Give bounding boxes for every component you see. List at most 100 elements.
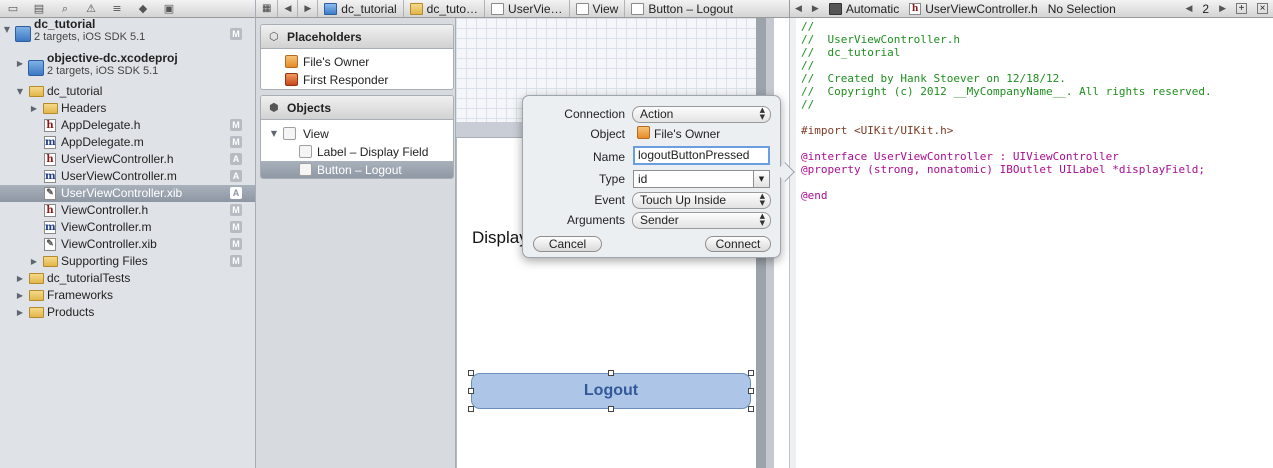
disclosure-open-icon[interactable]: ▼ [269, 125, 279, 143]
close-editor-button[interactable]: × [1252, 0, 1273, 18]
breadcrumb-project[interactable]: dc_tutorial [318, 0, 404, 17]
breadcrumb-selection[interactable]: No Selection [1043, 0, 1121, 18]
code-line: // [801, 98, 815, 111]
project-root-row[interactable]: ▼ dc_tutorial 2 targets, iOS SDK 5.1 M [0, 17, 255, 49]
connect-button[interactable]: Connect [705, 236, 771, 252]
log-icon[interactable]: ▣ [162, 2, 176, 15]
resize-handle[interactable] [468, 406, 474, 412]
disclosure-closed-icon[interactable]: ▶ [15, 304, 25, 321]
debug-icon[interactable]: ≡ [110, 2, 124, 15]
project-icon [324, 2, 338, 15]
file-row-selected[interactable]: ✎ UserViewController.xib A [0, 185, 255, 202]
folder-icon [29, 273, 44, 284]
file-row[interactable]: m AppDelegate.m M [0, 134, 255, 151]
counter-value: 2 [1202, 1, 1210, 16]
disclosure-closed-icon[interactable]: ▶ [15, 287, 25, 304]
view-icon [575, 2, 589, 15]
outline-item-label[interactable]: Label – Display Field [261, 143, 453, 161]
search-icon[interactable]: ⌕ [58, 2, 72, 15]
button-icon [631, 2, 645, 15]
objects-section: ⬢ Objects ▼ View Label – Display Field Bu… [260, 95, 454, 179]
display-field-label[interactable]: Display [472, 228, 528, 248]
resize-handle[interactable] [748, 388, 754, 394]
xib-file-icon: ✎ [44, 238, 56, 251]
folder-icon [29, 290, 44, 301]
code-editor[interactable]: // // UserViewController.h // dc_tutoria… [796, 18, 1273, 468]
group-label: Supporting Files [61, 254, 148, 268]
file-row[interactable]: h ViewController.h M [0, 202, 255, 219]
breadcrumb-file[interactable]: UserVie… [485, 0, 570, 17]
code-line: // [801, 59, 815, 72]
group-row[interactable]: ▶ Products [0, 304, 255, 321]
object-value: File's Owner [654, 127, 721, 141]
counterpart-next-button[interactable]: ▶ [1214, 0, 1231, 18]
event-select[interactable]: Touch Up Inside ▲ ▼ [632, 192, 771, 209]
back-button[interactable]: ◀ [790, 0, 807, 18]
chevron-down-icon[interactable]: ▼ [753, 171, 769, 187]
resize-handle[interactable] [608, 370, 614, 376]
name-input[interactable]: logoutButtonPressed [633, 146, 770, 165]
logout-button[interactable]: Logout [471, 373, 751, 409]
outline-label: File's Owner [303, 55, 370, 69]
status-badge: M [230, 204, 242, 216]
cancel-button[interactable]: Cancel [533, 236, 602, 252]
label-icon [299, 145, 312, 158]
disclosure-closed-icon[interactable]: ▶ [29, 100, 39, 117]
assistant-mode-menu[interactable]: Automatic [824, 0, 904, 18]
header-file-icon: h [44, 153, 56, 166]
add-editor-button[interactable]: + [1231, 0, 1252, 18]
outline-item-first-responder[interactable]: First Responder [261, 71, 453, 89]
file-row[interactable]: h AppDelegate.h M [0, 117, 255, 134]
resize-handle[interactable] [468, 388, 474, 394]
group-row[interactable]: ▶ dc_tutorialTests [0, 270, 255, 287]
back-button[interactable]: ◀ [278, 0, 299, 17]
file-label: UserViewController.h [61, 152, 174, 166]
forward-button[interactable]: ▶ [807, 0, 824, 18]
file-row[interactable]: ✎ ViewController.xib M [0, 236, 255, 253]
group-row[interactable]: ▶ Headers [0, 100, 255, 117]
connection-select[interactable]: Action ▲ ▼ [632, 106, 771, 123]
code-line-property: @property (strong, nonatomic) IBOutlet U… [801, 163, 1205, 176]
subproject-row[interactable]: ▶ objective-dc.xcodeproj 2 targets, iOS … [0, 51, 255, 83]
impl-file-icon: m [44, 170, 56, 183]
outline-item-view[interactable]: ▼ View [261, 125, 453, 143]
resize-handle[interactable] [468, 370, 474, 376]
symbol-icon[interactable]: ▤ [32, 2, 46, 15]
group-row[interactable]: ▼ dc_tutorial [0, 83, 255, 100]
counterpart-prev-button[interactable]: ◀ [1180, 0, 1197, 18]
arguments-select[interactable]: Sender ▲ ▼ [632, 212, 771, 229]
breakpoint-icon[interactable]: ◆ [136, 2, 150, 15]
breadcrumb-button[interactable]: Button – Logout [625, 0, 739, 17]
disclosure-closed-icon[interactable]: ▶ [15, 270, 25, 287]
resize-handle[interactable] [748, 406, 754, 412]
name-value: logoutButtonPressed [638, 148, 750, 162]
outline-item-button-selected[interactable]: Button – Logout [261, 161, 453, 178]
status-badge: A [230, 187, 242, 199]
group-label: dc_tutorial [47, 84, 103, 98]
resize-handle[interactable] [608, 406, 614, 412]
type-combo[interactable]: id ▼ [633, 170, 770, 188]
file-row[interactable]: h UserViewController.h A [0, 151, 255, 168]
section-title: Placeholders [287, 30, 362, 44]
impl-file-icon: m [44, 221, 56, 234]
disclosure-closed-icon[interactable]: ▶ [15, 55, 25, 72]
forward-button[interactable]: ▶ [298, 0, 319, 17]
group-row[interactable]: ▶ Supporting Files M [0, 253, 255, 270]
outline-item-files-owner[interactable]: File's Owner [261, 53, 453, 71]
breadcrumb-view[interactable]: View [570, 0, 626, 17]
event-label: Event [594, 193, 625, 207]
file-label: ViewController.h [61, 203, 149, 217]
related-items-button[interactable]: ▦ [256, 0, 279, 17]
file-row[interactable]: m ViewController.m M [0, 219, 255, 236]
breadcrumb-group[interactable]: dc_tuto… [404, 0, 486, 17]
folder-icon[interactable]: ▭ [6, 2, 20, 15]
file-row[interactable]: m UserViewController.m A [0, 168, 255, 185]
group-row[interactable]: ▶ Frameworks [0, 287, 255, 304]
disclosure-open-icon[interactable]: ▼ [2, 21, 12, 38]
resize-handle[interactable] [748, 370, 754, 376]
disclosure-closed-icon[interactable]: ▶ [29, 253, 39, 270]
folder-icon [29, 86, 44, 97]
issue-icon[interactable]: ⚠ [84, 2, 98, 15]
breadcrumb-file[interactable]: h UserViewController.h [904, 0, 1043, 18]
disclosure-open-icon[interactable]: ▼ [15, 83, 25, 100]
